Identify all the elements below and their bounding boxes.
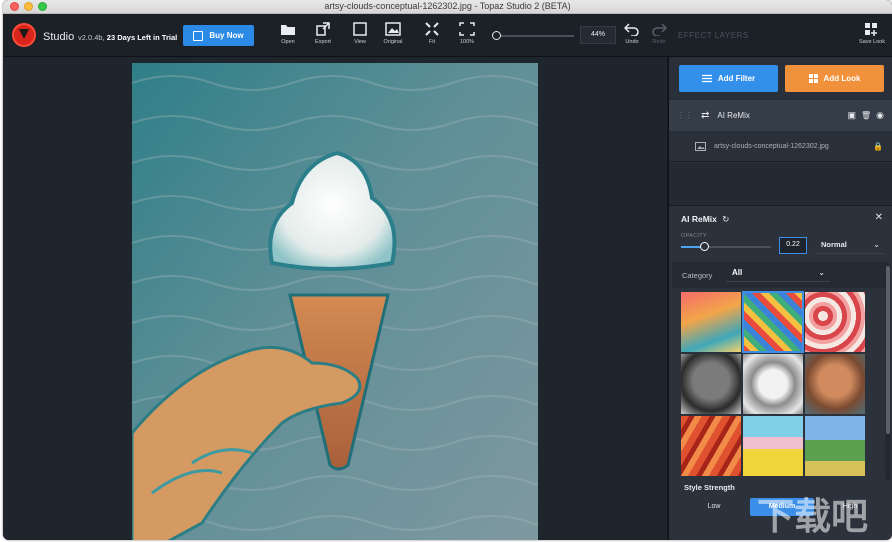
full-size-button[interactable]: 100% [451,22,483,54]
blend-mode-select[interactable]: Normal ⌄ [815,237,885,254]
topaz-logo-icon [12,23,36,47]
open-button[interactable]: Open [272,22,304,54]
style-strength-label: Style Strength [684,483,735,492]
style-thumbnail[interactable] [805,292,865,352]
settings-title: AI ReMix ↻ [681,214,729,225]
canvas-area[interactable] [3,57,667,540]
fit-button[interactable]: Fit [416,22,448,54]
edited-photo-image [132,63,538,540]
version-label: v2.0.4b, [78,33,105,42]
eye-icon[interactable]: ◉ [876,110,884,121]
layer-row-ai-remix[interactable]: ⋮⋮ ⇄ AI ReMix ▣ 🗑 ◉ [669,100,892,131]
image-layer-icon [695,141,706,151]
watermark-text: 下载吧 [757,495,868,538]
opacity-slider-knob[interactable] [700,242,709,251]
view-label: View [354,39,366,45]
export-label: Export [315,39,331,45]
style-thumbnail[interactable] [743,416,803,476]
trash-icon[interactable]: 🗑 [861,111,871,120]
folder-icon [281,25,295,35]
lock-icon: 🔒 [873,141,883,151]
zoom-value[interactable]: 44% [580,26,616,44]
save-look-icon [865,23,877,36]
category-label: Category [682,271,713,280]
category-select[interactable]: All ⌄ [726,265,830,282]
style-thumbnail[interactable] [681,416,741,476]
opacity-slider[interactable] [681,242,771,251]
buy-now-button[interactable]: Buy Now [183,25,254,46]
fit-icon [425,22,439,36]
drag-handle-icon[interactable]: ⋮⋮ [677,111,693,120]
add-look-label: Add Look [823,74,861,83]
layer-row-base-image[interactable]: artsy-clouds-conceptual-1262302.jpg 🔒 [669,131,892,162]
view-icon [353,22,367,36]
full-size-label: 100% [459,39,475,45]
settings-title-label: AI ReMix [681,214,717,224]
trial-label: 23 Days Left in Trial [106,33,178,42]
look-grid-icon [808,74,818,83]
effect-layers-heading: EFFECT LAYERS [678,31,749,40]
original-label: Original [383,39,403,45]
brand-name: Studio [43,31,75,43]
window-title: artsy-clouds-conceptual-1262302.jpg - To… [324,1,571,11]
title-bar: artsy-clouds-conceptual-1262302.jpg - To… [3,0,892,14]
category-value: All [732,268,743,277]
blend-mode-value: Normal [821,240,847,249]
style-thumbnail[interactable] [743,354,803,414]
zoom-slider[interactable] [492,31,574,40]
open-label: Open [281,39,295,45]
opacity-value-input[interactable]: 0.22 [779,237,807,254]
export-button[interactable]: Export [307,22,339,54]
app-window: artsy-clouds-conceptual-1262302.jpg - To… [3,0,892,540]
style-thumbnail[interactable] [742,291,804,353]
remix-icon: ⇄ [701,110,710,121]
version-info: v2.0.4b, 23 Days Left in Trial [78,33,177,42]
fit-label: Fit [428,39,436,45]
strength-low-button[interactable]: Low [682,497,746,517]
redo-button[interactable]: Redo [643,22,675,54]
styles-scrollbar[interactable] [885,264,891,480]
export-icon [316,22,330,36]
style-thumbnail[interactable] [681,292,741,352]
edit-icon [193,30,204,41]
add-look-button[interactable]: Add Look [785,65,884,92]
fullsize-icon [459,22,475,36]
styles-scrollbar-thumb[interactable] [886,266,890,434]
photo-canvas[interactable] [132,63,538,540]
style-thumbnail[interactable] [805,416,865,476]
opacity-label: OPACITY [681,233,707,239]
style-thumbnail[interactable] [805,354,865,414]
effects-panel: Add Filter Add Look ⋮⋮ ⇄ AI ReMix ▣ 🗑 ◉ … [668,57,892,540]
add-filter-button[interactable]: Add Filter [679,65,778,92]
original-button[interactable]: Original [377,22,409,54]
redo-label: Redo [652,39,666,45]
toolbar: Studio v2.0.4b, 23 Days Left in Trial Bu… [3,14,892,57]
chevron-down-icon: ⌄ [818,268,825,277]
save-look-label: Save Look [859,39,885,45]
chevron-down-icon: ⌄ [873,240,880,249]
style-thumbnail-grid [681,291,869,476]
mask-icon[interactable]: ▣ [847,110,856,121]
view-button[interactable]: View [344,22,376,54]
reset-icon[interactable]: ↻ [722,214,729,224]
undo-icon [624,23,639,36]
sliders-icon [701,74,712,83]
layer-name: artsy-clouds-conceptual-1262302.jpg [714,142,829,150]
zoom-slider-knob[interactable] [492,31,501,40]
image-icon [385,22,401,36]
close-icon[interactable]: ✕ [875,212,883,223]
redo-icon [652,23,667,36]
save-look-button[interactable]: Save Look [856,22,888,54]
layer-name: AI ReMix [717,111,750,120]
buy-now-label: Buy Now [209,31,244,40]
layers-empty-area [669,163,892,205]
style-thumbnail[interactable] [681,354,741,414]
add-filter-label: Add Filter [717,74,756,83]
